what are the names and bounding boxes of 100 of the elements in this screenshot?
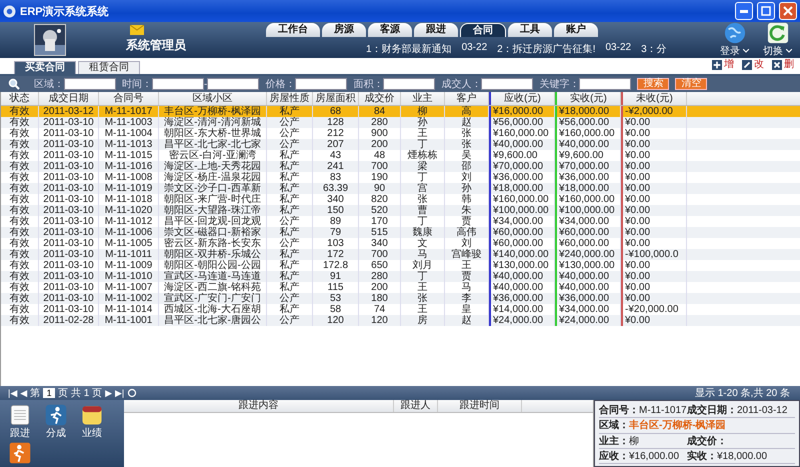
module-button[interactable] — [8, 442, 32, 464]
table-cell: 2011-03-10 — [39, 293, 99, 304]
module-button[interactable]: 跟进 — [8, 404, 32, 440]
table-cell: 有效 — [1, 139, 39, 150]
pager-button[interactable]: ◀ — [20, 388, 28, 398]
column-header: 跟进内容 — [124, 400, 394, 412]
table-cell: ¥60,000.00 — [555, 227, 621, 238]
table-cell: 128 — [313, 117, 359, 128]
table-cell: 2011-03-10 — [39, 161, 99, 172]
maximize-icon — [761, 6, 771, 16]
table-cell: 515 — [359, 227, 401, 238]
table-cell: 53 — [313, 293, 359, 304]
input-field[interactable] — [295, 78, 348, 90]
page-field[interactable]: 1 — [43, 388, 56, 398]
table-cell: 赵 — [445, 315, 489, 326]
runner-icon — [8, 442, 32, 464]
detail-field: 成交价： — [687, 434, 795, 448]
action-button[interactable]: 删 — [772, 59, 794, 71]
action-button[interactable]: 改 — [742, 59, 764, 71]
notice-text: 03-22 — [605, 42, 632, 55]
nav-tab[interactable]: 跟进 — [414, 23, 458, 37]
nav-tab[interactable]: 账户 — [554, 23, 598, 37]
contract-tab[interactable]: 买卖合同 — [14, 61, 76, 74]
maximize-button[interactable] — [757, 2, 775, 20]
table-cell: 280 — [359, 271, 401, 282]
field-label: 价格： — [265, 78, 296, 91]
column-header: 跟进时间 — [438, 400, 522, 412]
input-field[interactable] — [207, 78, 260, 90]
module-button[interactable]: 业绩 — [80, 404, 104, 440]
minimize-button[interactable] — [735, 2, 753, 20]
notice-text: 03-22 — [462, 42, 488, 55]
close-button[interactable] — [779, 2, 797, 20]
pager-label: 第 — [30, 387, 40, 400]
table-cell: 有效 — [1, 271, 39, 282]
minimize-icon — [740, 10, 748, 12]
nav-tab[interactable]: 工具 — [508, 23, 552, 37]
module-button[interactable]: 分成 — [44, 404, 68, 440]
column-header: 成交日期 — [39, 92, 99, 105]
table-cell: 2011-03-10 — [39, 249, 99, 260]
table-cell: 2011-03-10 — [39, 139, 99, 150]
table-cell: 朝阳区-双井桥-乐城公 — [159, 249, 267, 260]
input-field[interactable] — [64, 78, 116, 90]
column-header: 房屋性质 — [267, 92, 313, 105]
input-field[interactable] — [383, 78, 436, 90]
table-cell: 有效 — [1, 315, 39, 326]
input-field[interactable] — [152, 78, 204, 90]
table-cell: 700 — [359, 161, 401, 172]
table-cell: 280 — [359, 117, 401, 128]
action-button[interactable]: 增 — [712, 59, 734, 71]
search-icon — [8, 78, 20, 90]
table-cell: ¥0.00 — [621, 205, 687, 216]
notebook-icon — [80, 404, 104, 426]
table-cell: ¥36,000.00 — [555, 293, 621, 304]
nav-tab[interactable]: 合同 — [460, 23, 506, 37]
nav-tab[interactable]: 客源 — [368, 23, 412, 37]
toolbar-button[interactable]: 登录 — [720, 22, 749, 58]
table-cell: 马 — [401, 249, 445, 260]
notice-text: 2：拆迁房源广告征集! — [497, 42, 596, 56]
table-cell: 200 — [359, 139, 401, 150]
toolbar-button[interactable]: 切换 — [763, 22, 792, 58]
detail-field: 业主：柳 — [599, 434, 687, 448]
contract-tab[interactable]: 租赁合同 — [78, 61, 140, 74]
input-field[interactable] — [481, 78, 534, 90]
table-cell: 2011-02-28 — [39, 315, 99, 326]
nav-tab[interactable]: 工作台 — [266, 23, 320, 37]
table-cell: 2011-03-10 — [39, 205, 99, 216]
table-cell: ¥0.00 — [621, 227, 687, 238]
table-cell: 207 — [313, 139, 359, 150]
table-cell: M-11-1020 — [99, 205, 159, 216]
table-cell: ¥0.00 — [621, 271, 687, 282]
table-cell: ¥60,000.00 — [489, 227, 555, 238]
field-label: 区域： — [34, 78, 64, 91]
pager-button[interactable]: |◀ — [8, 388, 18, 398]
table-cell: ¥140,000.00 — [489, 249, 555, 260]
caret-icon — [743, 49, 749, 53]
table-cell: M-11-1003 — [99, 117, 159, 128]
column-header: 房屋面积 — [313, 92, 359, 105]
table-cell: 曹 — [401, 205, 445, 216]
table-cell: 2011-03-10 — [39, 183, 99, 194]
table-cell: ¥24,000.00 — [489, 315, 555, 326]
table-cell: M-11-1011 — [99, 249, 159, 260]
pager-button[interactable]: ▶| — [115, 388, 124, 398]
table-cell: 有效 — [1, 249, 39, 260]
table-cell: 2011-03-10 — [39, 271, 99, 282]
table-cell: ¥40,000.00 — [489, 271, 555, 282]
column-header: 业主 — [401, 92, 445, 105]
field-label: 成交人： — [441, 78, 482, 91]
table-cell: ¥18,000.00 — [555, 183, 621, 194]
nav-tab[interactable]: 房源 — [322, 23, 366, 37]
pager-button[interactable]: ▶ — [105, 388, 112, 398]
column-header: 合同号 — [99, 92, 159, 105]
notice-text: 3：分 — [641, 43, 667, 56]
table-cell: 172 — [313, 249, 359, 260]
table-cell: ¥70,000.00 — [489, 161, 555, 172]
table-cell: ¥100,000.00 — [489, 205, 555, 216]
range-separator: - — [204, 78, 208, 90]
input-field[interactable] — [579, 78, 632, 90]
table-cell: ¥70,000.00 — [555, 161, 621, 172]
table-cell: ¥18,000.00 — [489, 183, 555, 194]
detail-field: 应收：¥16,000.00 — [599, 448, 687, 463]
